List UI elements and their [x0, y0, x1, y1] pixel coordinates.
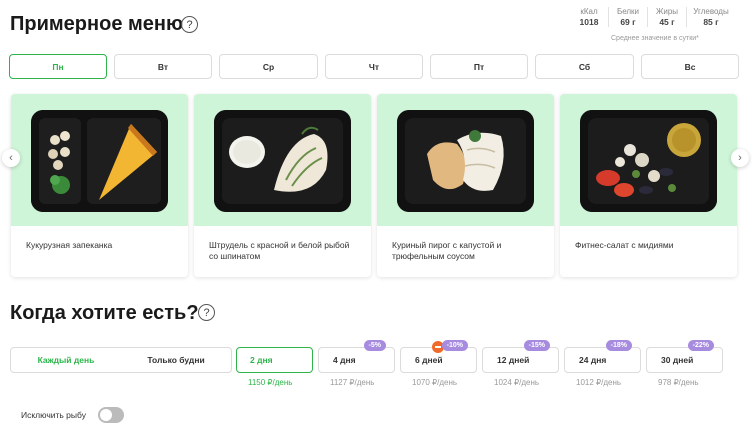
dish-photo — [194, 94, 371, 226]
price-per-day: 1150 ₽/день — [248, 378, 293, 387]
discount-badge: -5% — [363, 340, 386, 351]
discount-badge: -18% — [605, 340, 632, 351]
toggle-knob — [100, 409, 112, 421]
dish-title: Штрудель с красной и белой рыбой со шпин… — [209, 240, 350, 261]
dish-title: Фитнес-салат с мидиями — [575, 240, 674, 250]
dish-photo — [377, 94, 554, 226]
average-note: Среднее значение в сутки* — [611, 35, 699, 42]
price-per-day: 978 ₽/день — [658, 378, 699, 387]
discount-badge: -10% — [441, 340, 468, 351]
schedule-title: Когда хотите есть? — [10, 302, 199, 324]
dish-photo — [560, 94, 737, 226]
nutrition-carbs: Углеводы 85 г — [693, 7, 729, 27]
option-every-day[interactable]: Каждый день — [11, 348, 121, 372]
tab-day-thu[interactable]: Чт — [325, 54, 423, 79]
exclude-fish-label: Исключить рыбу — [21, 410, 86, 420]
dish-title: Кукурузная запеканка — [26, 240, 113, 250]
duration-30-days[interactable]: 30 дней -22% — [646, 340, 723, 373]
nutrition-fat: Жиры 45 г — [648, 7, 687, 27]
tab-day-sun[interactable]: Вс — [641, 54, 739, 79]
dish-card[interactable]: Куриный пирог с капустой и трюфельным со… — [377, 94, 554, 277]
food-tray-image — [31, 110, 168, 212]
dish-card[interactable]: Кукурузная запеканка — [11, 94, 188, 277]
price-per-day: 1012 ₽/день — [576, 378, 622, 387]
food-tray-image — [214, 110, 351, 212]
option-weekdays-only[interactable]: Только будни — [121, 348, 231, 372]
duration-4-days[interactable]: 4 дня -5% — [318, 340, 395, 373]
duration-24-days[interactable]: 24 дня -18% — [564, 340, 641, 373]
discount-badge: -22% — [687, 340, 714, 351]
duration-6-days[interactable]: 6 дней -10% — [400, 340, 477, 373]
dish-title: Куриный пирог с капустой и трюфельным со… — [392, 240, 502, 261]
discount-badge: -15% — [523, 340, 550, 351]
tab-day-mon[interactable]: Пн — [9, 54, 107, 79]
price-per-day: 1070 ₽/день — [412, 378, 458, 387]
price-per-day: 1024 ₽/день — [494, 378, 540, 387]
nutrition-kcal: кКал 1018 — [570, 7, 609, 27]
duration-2-days[interactable]: 2 дня — [236, 347, 313, 373]
food-tray-image — [397, 110, 534, 212]
exclude-fish-toggle[interactable] — [98, 407, 124, 423]
tab-day-tue[interactable]: Вт — [114, 54, 212, 79]
nutrition-protein: Белки 69 г — [609, 7, 648, 27]
nutrition-summary: кКал 1018 Белки 69 г Жиры 45 г Углеводы … — [570, 7, 735, 27]
chevron-left-icon[interactable]: ‹ — [2, 149, 20, 167]
tab-day-sat[interactable]: Сб — [535, 54, 634, 79]
dish-photo — [11, 94, 188, 226]
page-title: Примерное меню — [10, 13, 184, 35]
tab-day-wed[interactable]: Ср — [219, 54, 318, 79]
meal-frequency-selector: Каждый день Только будни — [10, 347, 232, 373]
food-tray-image — [580, 110, 717, 212]
dish-card[interactable]: Фитнес-салат с мидиями — [560, 94, 737, 277]
price-per-day: 1127 ₽/день — [330, 378, 375, 387]
duration-12-days[interactable]: 12 дней -15% — [482, 340, 559, 373]
question-circle-icon[interactable]: ? — [181, 16, 198, 33]
tab-day-fri[interactable]: Пт — [430, 54, 528, 79]
question-circle-icon[interactable]: ? — [198, 304, 215, 321]
dish-card[interactable]: Штрудель с красной и белой рыбой со шпин… — [194, 94, 371, 277]
chevron-right-icon[interactable]: › — [731, 149, 749, 167]
